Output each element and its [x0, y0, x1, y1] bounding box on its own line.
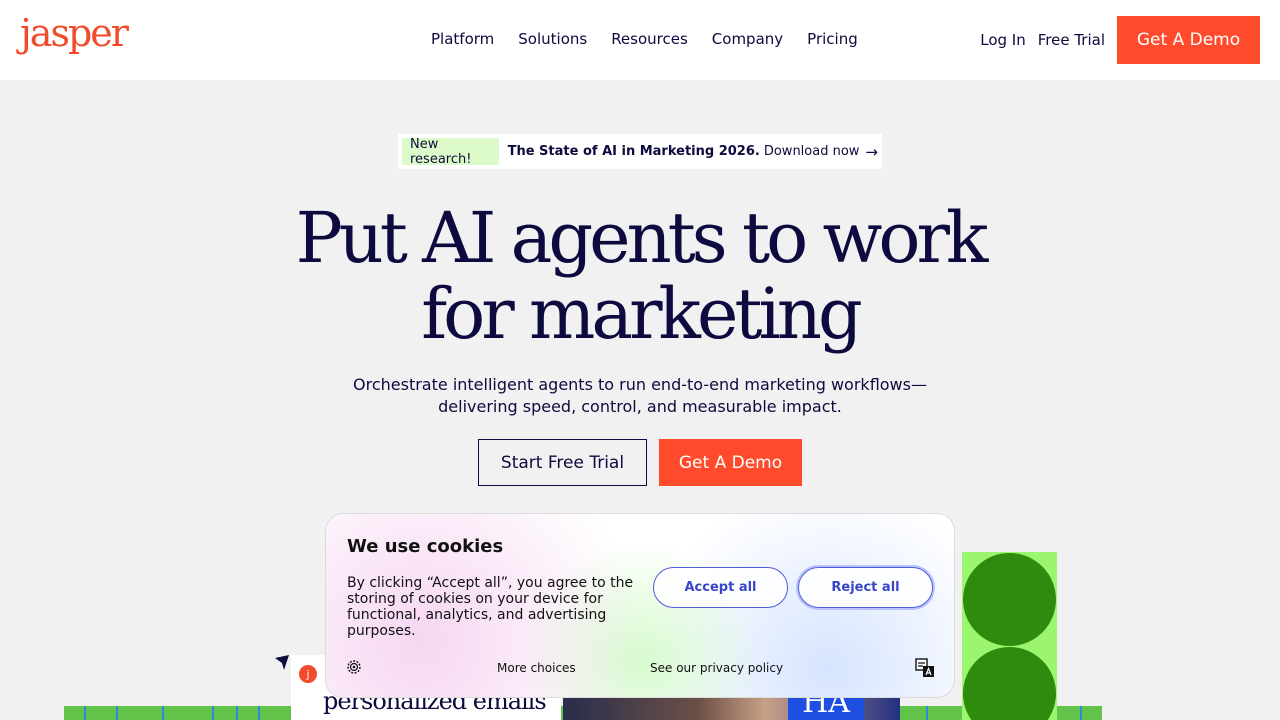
main-nav: Platform Solutions Resources Company Pri…	[431, 30, 882, 48]
strip-tick	[162, 706, 164, 720]
cookie-title: We use cookies	[347, 536, 504, 557]
hero-subtitle: Orchestrate intelligent agents to run en…	[330, 374, 950, 418]
start-free-trial-button[interactable]: Start Free Trial	[478, 439, 647, 486]
site-header: jasper Platform Solutions Resources Comp…	[0, 0, 1280, 80]
hero-headline: Put AI agents to work for marketing	[0, 200, 1280, 352]
new-research-badge: New research!	[402, 137, 499, 167]
cursor-arrow-icon	[275, 655, 289, 670]
strip-tick	[1080, 706, 1082, 720]
get-demo-button-header[interactable]: Get A Demo	[1117, 16, 1260, 64]
free-trial-link[interactable]: Free Trial	[1038, 31, 1105, 49]
hero-cta-group: Start Free Trial Get A Demo	[478, 439, 802, 486]
announcement-bar[interactable]: New research! The State of AI in Marketi…	[398, 134, 882, 169]
strip-tick	[926, 706, 928, 720]
accept-all-button[interactable]: Accept all	[653, 567, 788, 608]
nav-item-platform[interactable]: Platform	[431, 30, 494, 48]
strip-tick	[258, 706, 260, 720]
settings-gear-icon[interactable]	[346, 659, 362, 675]
decorative-green-column	[962, 552, 1057, 720]
nav-item-pricing[interactable]: Pricing	[807, 30, 858, 48]
jasper-avatar: j	[299, 665, 317, 683]
login-link[interactable]: Log In	[980, 31, 1026, 49]
strip-tick	[116, 706, 118, 720]
nav-item-resources[interactable]: Resources	[611, 30, 688, 48]
nav-item-solutions[interactable]: Solutions	[518, 30, 587, 48]
strip-tick	[236, 706, 238, 720]
more-choices-link[interactable]: More choices	[497, 661, 576, 675]
hero-headline-line2: for marketing	[421, 273, 863, 355]
hero-subtitle-line1: Orchestrate intelligent agents to run en…	[353, 375, 927, 394]
jasper-logo[interactable]: jasper	[20, 14, 129, 52]
get-demo-button-hero[interactable]: Get A Demo	[659, 439, 802, 486]
privacy-policy-link[interactable]: See our privacy policy	[650, 661, 783, 675]
arrow-right-icon: →	[865, 142, 878, 161]
green-circle	[963, 647, 1056, 720]
green-circle	[963, 553, 1056, 646]
cookie-description: By clicking “Accept all”, you agree to t…	[347, 575, 634, 639]
strip-tick	[212, 706, 214, 720]
strip-tick	[84, 706, 86, 720]
announcement-title: The State of AI in Marketing 2026.	[507, 144, 760, 159]
hero-subtitle-line2: delivering speed, control, and measurabl…	[438, 397, 842, 416]
download-now-link[interactable]: Download now	[764, 144, 860, 159]
translate-icon[interactable]	[915, 658, 935, 678]
nav-item-company[interactable]: Company	[712, 30, 783, 48]
hero-headline-line1: Put AI agents to work	[295, 197, 989, 279]
header-actions: Log In Free Trial Get A Demo	[980, 16, 1260, 64]
cookie-banner: We use cookies By clicking “Accept all”,…	[325, 513, 955, 698]
reject-all-button[interactable]: Reject all	[798, 567, 933, 608]
